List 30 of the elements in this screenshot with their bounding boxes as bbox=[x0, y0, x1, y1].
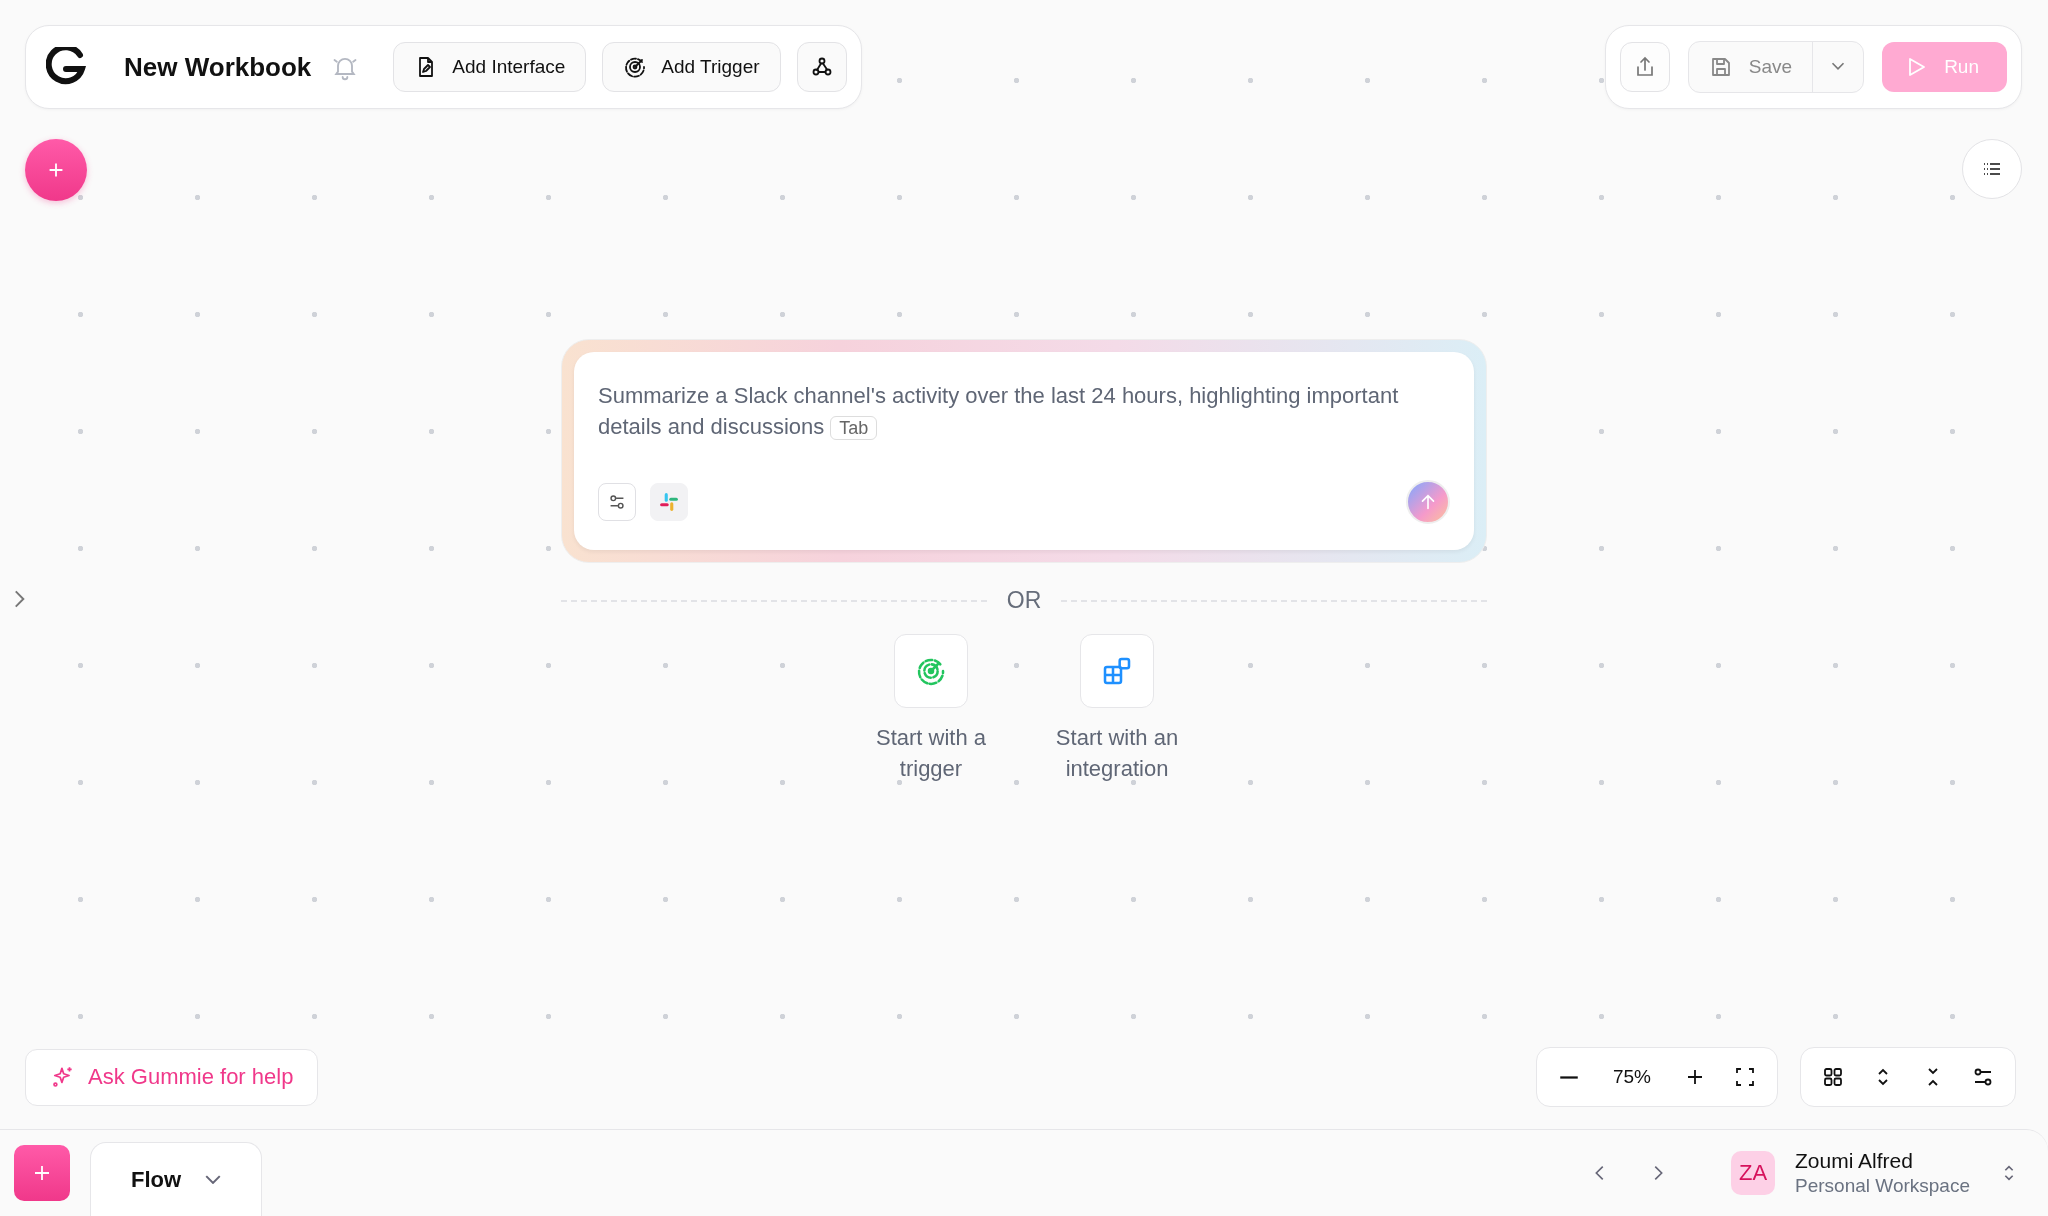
slack-icon bbox=[658, 491, 680, 513]
logo-icon bbox=[46, 47, 86, 87]
user-avatar: ZA bbox=[1731, 1151, 1776, 1195]
settings-button[interactable] bbox=[598, 483, 636, 521]
radar-icon bbox=[623, 55, 648, 79]
fullscreen-icon bbox=[1733, 1065, 1757, 1089]
share-button[interactable] bbox=[1619, 42, 1670, 92]
trigger-option-button[interactable] bbox=[894, 634, 968, 708]
workspace-name: Personal Workspace bbox=[1795, 1175, 1970, 1197]
zoom-level-text: 75% bbox=[1611, 1066, 1652, 1088]
option-label: Start with an integration bbox=[1054, 724, 1180, 783]
caret-icon bbox=[205, 1175, 222, 1184]
ask-help-button[interactable]: Ask Gummie for help bbox=[25, 1048, 319, 1106]
workbook-title: New Workbook bbox=[124, 51, 312, 83]
flow-tab[interactable]: Flow bbox=[90, 1142, 262, 1216]
add-node-button[interactable] bbox=[25, 139, 87, 201]
add-trigger-button[interactable]: Add Trigger bbox=[602, 42, 781, 92]
user-name: Zoumi Alfred bbox=[1795, 1149, 1914, 1173]
or-divider-text: OR bbox=[1006, 587, 1042, 614]
add-interface-button[interactable]: Add Interface bbox=[393, 42, 587, 92]
grid-icon bbox=[1821, 1065, 1845, 1089]
add-tab-button[interactable] bbox=[14, 1145, 70, 1201]
blocks-icon bbox=[1101, 655, 1133, 687]
tab-key-hint: Tab bbox=[830, 416, 878, 440]
minus-icon bbox=[1558, 1074, 1579, 1080]
option-label: Start with a trigger bbox=[874, 724, 987, 783]
slack-button[interactable] bbox=[650, 483, 688, 521]
send-button[interactable] bbox=[1406, 480, 1450, 524]
integration-option-button[interactable] bbox=[1080, 634, 1154, 708]
webhook-button[interactable] bbox=[796, 42, 847, 92]
